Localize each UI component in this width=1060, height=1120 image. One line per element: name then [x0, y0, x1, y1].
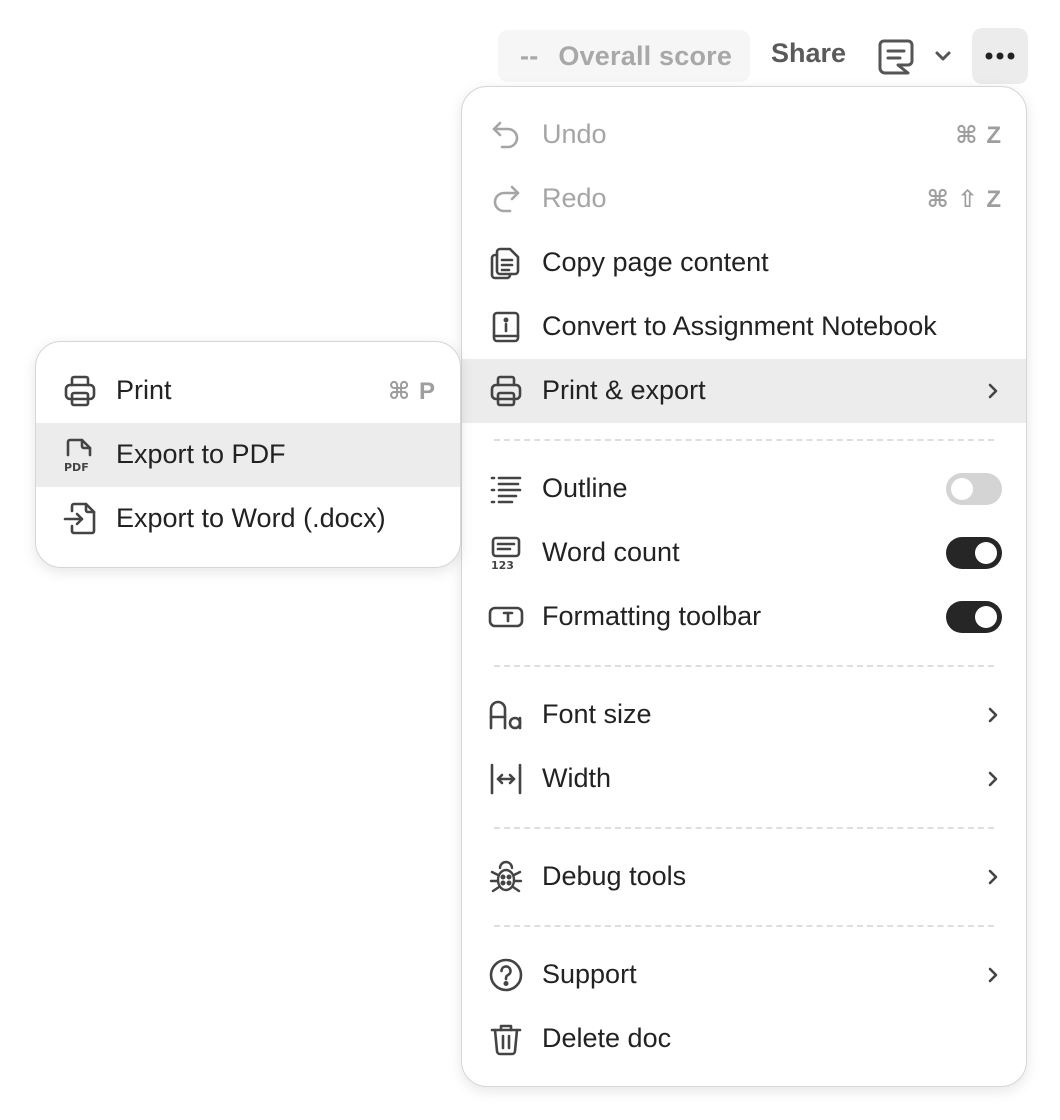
menu-divider [494, 665, 994, 667]
menu-item-formatting-toolbar[interactable]: Formatting toolbar [462, 585, 1026, 649]
print-label: Print [116, 375, 172, 405]
bug-icon [488, 859, 524, 895]
menu-item-word-count[interactable]: 123 Word count [462, 521, 1026, 585]
toggle-knob [975, 606, 997, 628]
menu-item-debug-tools[interactable]: Debug tools [462, 845, 1026, 909]
undo-label: Undo [542, 119, 607, 149]
chevron-right-icon [982, 768, 1004, 790]
redo-icon [488, 181, 524, 217]
printer-icon [62, 373, 98, 409]
more-options-button[interactable] [972, 28, 1028, 84]
font-size-icon [488, 697, 524, 733]
svg-text:123: 123 [491, 559, 514, 571]
width-label: Width [542, 763, 612, 793]
undo-icon [488, 117, 524, 153]
pdf-file-icon: PDF [62, 437, 98, 473]
menu-item-width[interactable]: Width [462, 747, 1026, 811]
share-button[interactable]: Share [771, 38, 846, 69]
word-count-icon: 123 [488, 535, 524, 571]
redo-shortcut: ⌘ ⇧ Z [926, 186, 1002, 213]
export-pdf-label: Export to PDF [116, 439, 286, 469]
notebook-info-icon [488, 309, 524, 345]
chevron-right-icon [982, 964, 1004, 986]
width-icon [488, 761, 524, 797]
convert-notebook-label: Convert to Assignment Notebook [542, 311, 937, 341]
redo-label: Redo [542, 183, 607, 213]
outline-toggle[interactable] [946, 473, 1002, 505]
support-label: Support [542, 959, 637, 989]
formatting-toolbar-toggle[interactable] [946, 601, 1002, 633]
menu-item-font-size[interactable]: Font size [462, 683, 1026, 747]
chevron-right-icon [982, 866, 1004, 888]
menu-divider [494, 827, 994, 829]
word-count-toggle[interactable] [946, 537, 1002, 569]
chevron-right-icon [982, 704, 1004, 726]
file-export-icon [62, 501, 98, 537]
submenu-item-export-word[interactable]: Export to Word (.docx) [36, 487, 460, 551]
more-options-menu: Undo ⌘ Z Redo ⌘ ⇧ Z Copy page content Co… [461, 86, 1027, 1087]
menu-item-copy-page-content[interactable]: Copy page content [462, 231, 1026, 295]
print-export-label: Print & export [542, 375, 706, 405]
toggle-knob [975, 542, 997, 564]
word-count-label: Word count [542, 537, 680, 567]
copy-page-content-label: Copy page content [542, 247, 769, 277]
delete-doc-label: Delete doc [542, 1023, 672, 1053]
export-word-label: Export to Word (.docx) [116, 503, 386, 533]
menu-item-undo[interactable]: Undo ⌘ Z [462, 103, 1026, 167]
overall-score-button[interactable]: -- Overall score [498, 30, 750, 82]
help-icon [488, 957, 524, 993]
font-size-label: Font size [542, 699, 652, 729]
menu-item-convert-notebook[interactable]: Convert to Assignment Notebook [462, 295, 1026, 359]
score-label: Overall score [558, 40, 733, 71]
menu-item-outline[interactable]: Outline [462, 457, 1026, 521]
submenu-item-export-pdf[interactable]: PDF Export to PDF [36, 423, 460, 487]
submenu-item-print[interactable]: Print ⌘ P [36, 359, 460, 423]
debug-tools-label: Debug tools [542, 861, 687, 891]
print-shortcut: ⌘ P [388, 378, 436, 405]
toolbar-icon [488, 599, 524, 635]
undo-shortcut: ⌘ Z [955, 122, 1002, 149]
menu-item-delete-doc[interactable]: Delete doc [462, 1007, 1026, 1071]
print-export-submenu: Print ⌘ P PDF Export to PDF Export to Wo… [35, 341, 461, 568]
trash-icon [488, 1021, 524, 1057]
outline-icon [488, 471, 524, 507]
comment-icon[interactable] [876, 37, 916, 77]
toggle-knob [951, 478, 973, 500]
copy-icon [488, 245, 524, 281]
outline-label: Outline [542, 473, 628, 503]
chevron-down-icon[interactable] [932, 45, 954, 67]
svg-text:PDF: PDF [64, 461, 89, 473]
menu-item-redo[interactable]: Redo ⌘ ⇧ Z [462, 167, 1026, 231]
score-value: -- [520, 40, 539, 71]
menu-item-print-export[interactable]: Print & export [462, 359, 1026, 423]
printer-icon [488, 373, 524, 409]
menu-divider [494, 925, 994, 927]
formatting-toolbar-label: Formatting toolbar [542, 601, 762, 631]
menu-divider [494, 439, 994, 441]
chevron-right-icon [982, 380, 1004, 402]
more-icon [985, 52, 1015, 60]
menu-item-support[interactable]: Support [462, 943, 1026, 1007]
